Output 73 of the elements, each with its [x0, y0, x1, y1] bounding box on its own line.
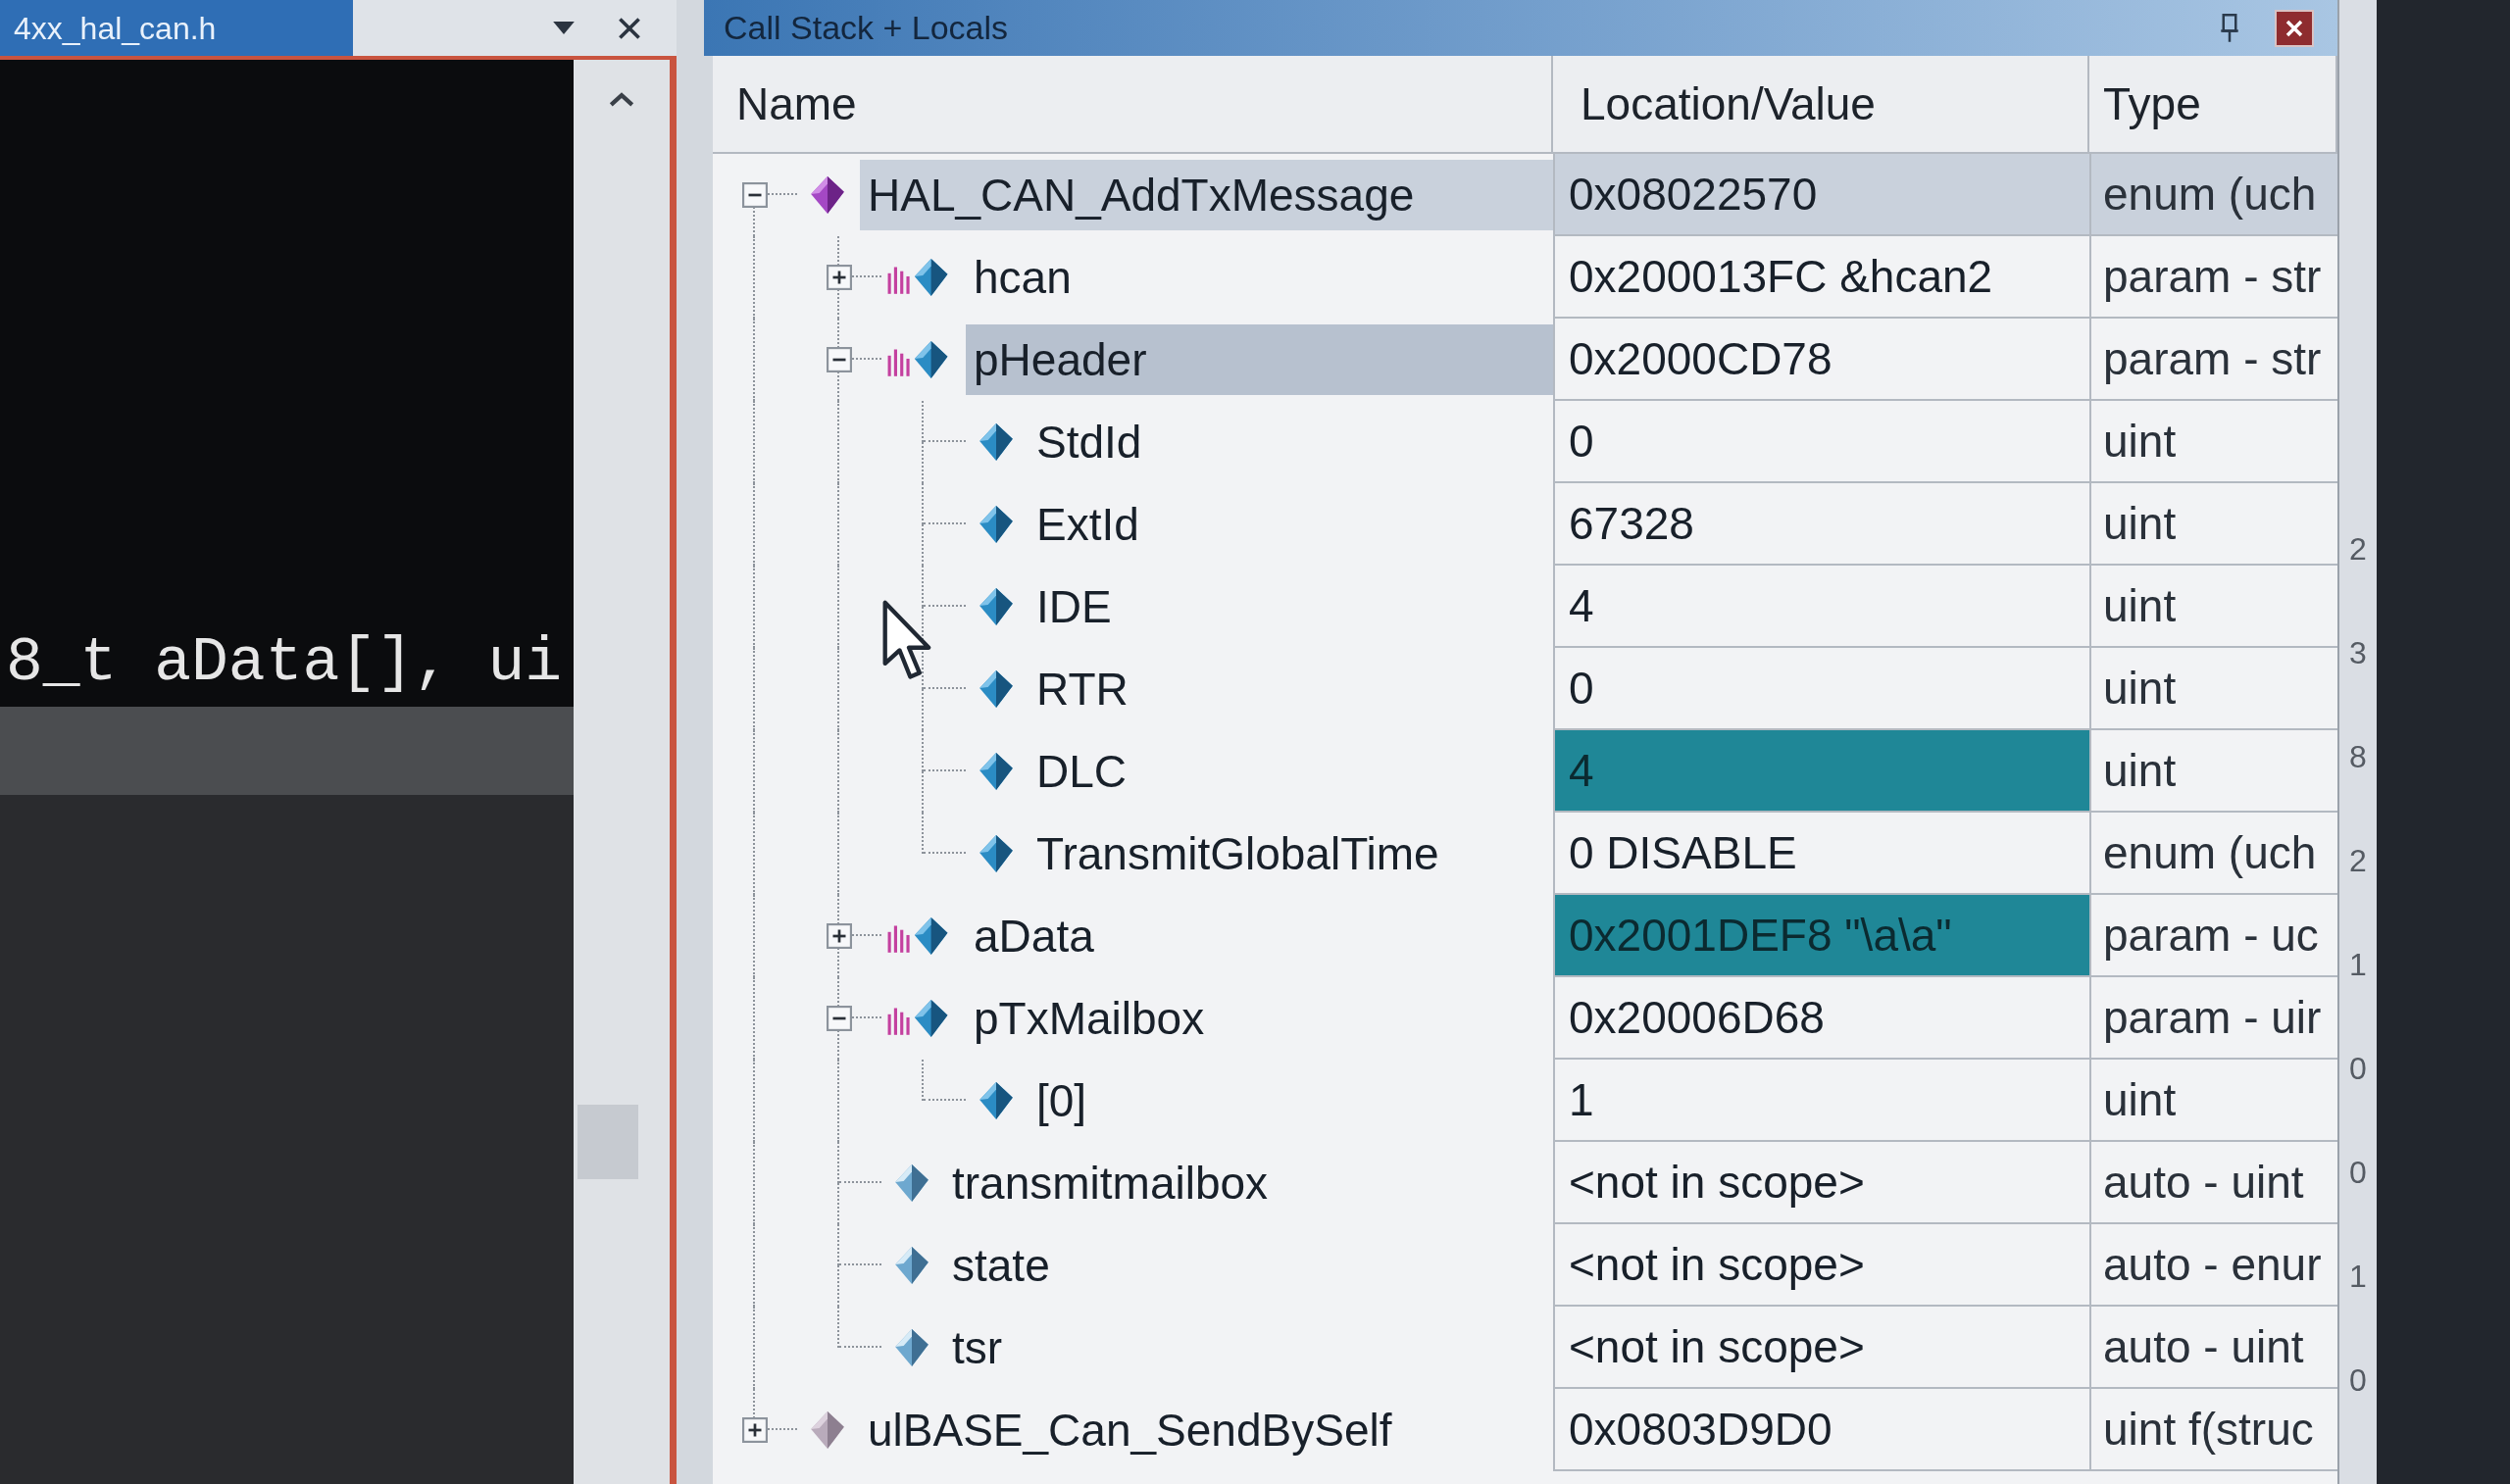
- code-line: 8_t aData[], ui: [5, 627, 564, 700]
- type-cell: enum (uch: [2089, 154, 2337, 236]
- file-tab[interactable]: 4xx_hal_can.h: [0, 0, 353, 56]
- diamond-icon: [979, 1080, 1013, 1121]
- dropdown-caret-icon[interactable]: [553, 22, 575, 34]
- strip-digit: 1: [2349, 946, 2367, 984]
- variable-name[interactable]: pHeader: [966, 324, 1553, 395]
- strip-digit: 2: [2349, 530, 2367, 569]
- expander-toggle[interactable]: [827, 265, 852, 290]
- bars-diamond-icon: [885, 915, 950, 957]
- variable-name[interactable]: DLC: [1029, 736, 1553, 807]
- scrollbar-thumb[interactable]: [577, 1105, 638, 1179]
- strip-digit: 2: [2349, 842, 2367, 880]
- bars-diamond-icon: [885, 998, 950, 1039]
- variable-name[interactable]: StdId: [1029, 407, 1553, 477]
- expander-toggle[interactable]: [827, 1006, 852, 1031]
- pin-icon[interactable]: [2220, 13, 2239, 43]
- value-cell: 4: [1553, 566, 2089, 648]
- variable-name[interactable]: transmitmailbox: [944, 1148, 1553, 1218]
- column-header[interactable]: Type: [2089, 56, 2337, 154]
- value-cell: 0x0803D9D0: [1553, 1389, 2089, 1471]
- value-cell: 0x200013FC &hcan2: [1553, 236, 2089, 319]
- strip-digit: 1: [2349, 1258, 2367, 1296]
- value-cell: 1: [1553, 1060, 2089, 1142]
- diamond-icon: [979, 421, 1013, 463]
- expander-toggle[interactable]: [742, 1417, 768, 1443]
- strip-digit: 0: [2349, 1361, 2367, 1400]
- value-cell: <not in scope>: [1553, 1224, 2089, 1307]
- variable-name[interactable]: TransmitGlobalTime: [1029, 818, 1553, 889]
- close-icon[interactable]: [618, 16, 641, 40]
- diamond-icon: [895, 1327, 929, 1368]
- diamond-icon: [979, 668, 1013, 710]
- strip-digit: 0: [2349, 1154, 2367, 1192]
- expander-toggle[interactable]: [827, 923, 852, 949]
- variable-name[interactable]: state: [944, 1230, 1553, 1301]
- column-header[interactable]: Location/Value: [1553, 56, 2089, 154]
- window-title: Call Stack + Locals: [724, 8, 1010, 48]
- bars-diamond-icon: [885, 257, 950, 298]
- variable-name[interactable]: HAL_CAN_AddTxMessage: [860, 160, 1553, 230]
- close-button[interactable]: [2275, 9, 2314, 47]
- variable-name[interactable]: ExtId: [1029, 489, 1553, 560]
- expander-toggle[interactable]: [742, 182, 768, 208]
- value-cell: <not in scope>: [1553, 1142, 2089, 1224]
- variable-name[interactable]: hcan: [966, 242, 1553, 313]
- value-cell: 0x2001DEF8 "\a\a": [1553, 895, 2089, 977]
- bars-diamond-icon: [885, 339, 950, 380]
- value-cell: 67328: [1553, 483, 2089, 566]
- strip-digit: 8: [2349, 738, 2367, 776]
- value-cell: 0x20006D68: [1553, 977, 2089, 1060]
- variable-name[interactable]: aData: [966, 901, 1553, 971]
- value-cell: 0x08022570: [1553, 154, 2089, 236]
- strip-digit: 3: [2349, 634, 2367, 672]
- variable-name[interactable]: pTxMailbox: [966, 983, 1553, 1054]
- expander-toggle[interactable]: [827, 347, 852, 372]
- variable-name[interactable]: tsr: [944, 1312, 1553, 1383]
- scroll-up-icon[interactable]: [609, 91, 634, 107]
- diamond-icon: [895, 1245, 929, 1286]
- variable-name[interactable]: RTR: [1029, 654, 1553, 724]
- value-cell: <not in scope>: [1553, 1307, 2089, 1389]
- strip-digit: 0: [2349, 1050, 2367, 1088]
- close-icon: [2284, 18, 2304, 38]
- diamond-icon: [979, 833, 1013, 874]
- value-cell: 4: [1553, 730, 2089, 813]
- variable-name[interactable]: [0]: [1029, 1065, 1553, 1136]
- variable-name[interactable]: IDE: [1029, 571, 1553, 642]
- variable-name[interactable]: ulBASE_Can_SendBySelf: [860, 1395, 1553, 1465]
- diamond-icon: [979, 504, 1013, 545]
- value-cell: 0x2000CD78: [1553, 319, 2089, 401]
- diamond-icon: [979, 751, 1013, 792]
- value-cell: 0: [1553, 401, 2089, 483]
- diamond-icon: [895, 1162, 929, 1204]
- column-header[interactable]: Name: [713, 56, 1553, 154]
- diamond-icon: [979, 586, 1013, 627]
